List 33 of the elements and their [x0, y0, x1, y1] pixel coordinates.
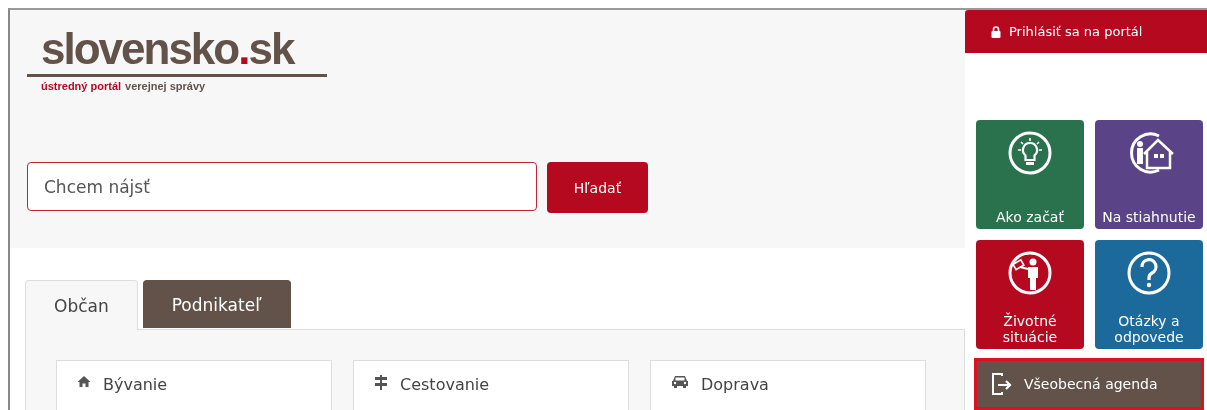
logo-wordmark[interactable]: slovensko.sk [27, 26, 327, 72]
tile-label: Životné situácie [1001, 313, 1059, 345]
logo-tagline: verejnej správy [125, 80, 206, 92]
category-card[interactable]: Cestovanie [353, 360, 629, 410]
question-icon [1126, 250, 1172, 296]
agenda-label: Všeobecná agenda [1024, 376, 1158, 392]
login-button[interactable]: Prihlásiť sa na portál [965, 10, 1207, 53]
signpost-icon [374, 375, 388, 390]
shortcut-tile[interactable]: Otázky a odpovede [1095, 240, 1203, 349]
person-icon [1007, 250, 1053, 296]
logo-tagline-accent: ústredný portál [41, 80, 122, 92]
tile-label: Na stiahnutie [1102, 209, 1196, 225]
lock-icon [991, 25, 1001, 38]
category-label: Cestovanie [400, 375, 490, 394]
search-field[interactable]: Chcem nájsť [27, 162, 537, 211]
search-button[interactable]: Hľadať [547, 162, 648, 213]
home-icon [77, 375, 91, 388]
tab[interactable]: Občan [25, 280, 138, 330]
tab[interactable]: Podnikateľ [142, 280, 291, 328]
car-icon [671, 375, 689, 388]
tile-label: Ako začať [996, 209, 1064, 225]
document-arrow-icon [990, 372, 1014, 396]
shortcut-tile[interactable]: Na stiahnutie [1095, 120, 1203, 229]
agenda-button[interactable]: Všeobecná agenda [974, 358, 1204, 410]
category-card[interactable]: Doprava [650, 360, 926, 410]
shortcut-tile[interactable]: Životné situácie [976, 240, 1084, 349]
category-label: Doprava [701, 375, 769, 394]
category-card[interactable]: Bývanie [56, 360, 332, 410]
shortcut-tile[interactable]: Ako začať [976, 120, 1084, 229]
login-label: Prihlásiť sa na portál [1009, 24, 1143, 39]
lightbulb-icon [1007, 130, 1053, 176]
tile-label: Otázky a odpovede [1113, 313, 1185, 345]
category-label: Bývanie [103, 375, 168, 394]
